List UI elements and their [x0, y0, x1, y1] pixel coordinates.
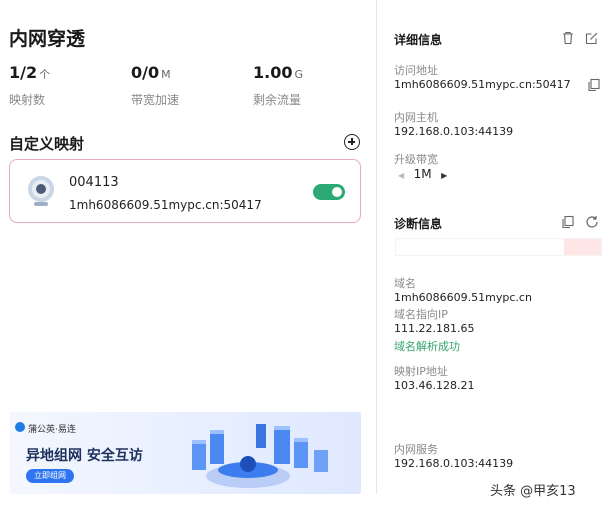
stat-bandwidth-label: 带宽加速: [131, 93, 180, 107]
access-address-value: 1mh6086609.51mypc.cn:50417: [394, 78, 571, 91]
add-mapping-plus-circle-icon[interactable]: [344, 134, 360, 150]
access-address-label: 访问地址: [394, 64, 438, 77]
mappings-section-title: 自定义映射: [9, 135, 85, 153]
lan-host-value: 192.168.0.103:44139: [394, 125, 514, 138]
bandwidth-stepper[interactable]: ◀ 1M ▶: [398, 167, 447, 181]
decrease-chevron-left-icon[interactable]: ◀: [398, 171, 404, 180]
stat-mappings-unit: 个: [39, 68, 51, 81]
page-title: 内网穿透: [9, 28, 86, 50]
lan-host-label: 内网主机: [394, 111, 438, 124]
details-title: 详细信息: [394, 33, 443, 47]
stat-traffic-value: 1.00: [253, 63, 293, 82]
bandwidth-value: 1M: [413, 167, 432, 181]
banner-cta-button[interactable]: 立即组网: [26, 469, 74, 483]
lan-service-value: 192.168.0.103:44139: [394, 457, 514, 470]
trash-icon[interactable]: [561, 31, 575, 45]
resolve-status: 域名解析成功: [394, 340, 460, 353]
mapped-ip-value: 103.46.128.21: [394, 379, 475, 392]
copy-icon[interactable]: [587, 78, 601, 92]
stat-bandwidth: 0/0 M 带宽加速: [131, 63, 179, 108]
stat-mappings-label: 映射数: [9, 93, 46, 107]
lan-service-label: 内网服务: [394, 443, 438, 456]
stat-bandwidth-unit: M: [161, 68, 171, 81]
mapping-enable-toggle[interactable]: [313, 184, 345, 200]
left-panel: 内网穿透 1/2 个 映射数 0/0 M 带宽加速 1.00 G 剩余流量 自定义映射…: [0, 0, 376, 510]
stat-mappings-value: 1/2: [9, 63, 38, 82]
copy-diagnosis-icon[interactable]: [561, 215, 575, 229]
refresh-icon[interactable]: [585, 215, 599, 229]
stat-traffic-unit: G: [294, 68, 304, 81]
mapping-name: 004113: [69, 175, 119, 190]
domain-label: 域名: [394, 277, 416, 290]
upgrade-bandwidth-label: 升级带宽: [394, 153, 438, 166]
stat-traffic: 1.00 G 剩余流量: [253, 63, 303, 108]
right-panel: 详细信息 访问地址 1mh6086609.51mypc.cn:50417 内网主…: [377, 0, 604, 494]
diagnosis-progress-bar: [395, 238, 602, 256]
domain-ip-value: 111.22.181.65: [394, 322, 475, 335]
mapping-card[interactable]: 004113 1mh6086609.51mypc.cn:50417: [9, 159, 361, 223]
stat-bandwidth-value: 0/0: [131, 63, 160, 82]
domain-value: 1mh6086609.51mypc.cn: [394, 291, 532, 304]
mapped-ip-label: 映射IP地址: [394, 365, 448, 378]
banner-headline: 异地组网 安全互访: [26, 448, 143, 464]
domain-ip-label: 域名指向IP: [394, 308, 448, 321]
diagnosis-progress-fill: [564, 239, 601, 255]
network-servers-illustration-icon: [192, 424, 328, 488]
watermark: 头条 @甲亥13: [490, 484, 576, 499]
increase-chevron-right-icon[interactable]: ▶: [441, 171, 447, 180]
device-camera-icon: [28, 176, 54, 206]
promo-banner[interactable]: 蒲公英·易连 异地组网 安全互访 立即组网: [10, 412, 361, 494]
diagnosis-title: 诊断信息: [394, 217, 443, 231]
edit-icon[interactable]: [585, 31, 599, 45]
stat-mappings: 1/2 个 映射数: [9, 63, 50, 108]
mapping-address: 1mh6086609.51mypc.cn:50417: [69, 198, 262, 212]
banner-brand: 蒲公英·易连: [28, 425, 76, 435]
brand-logo-icon: [15, 422, 25, 432]
stat-traffic-label: 剩余流量: [253, 93, 302, 107]
